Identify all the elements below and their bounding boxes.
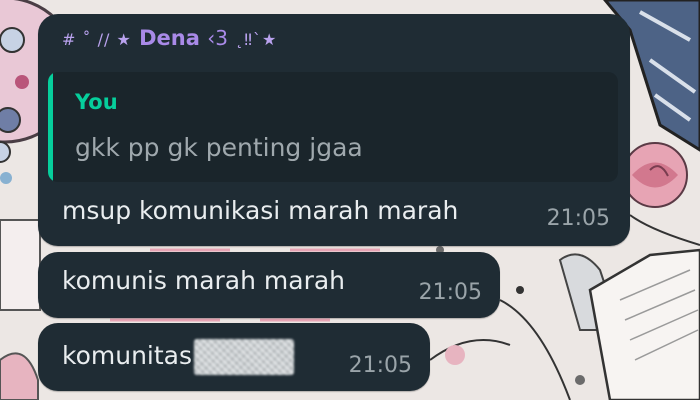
message-bubble[interactable]: komunitas 21:05 [38,323,430,391]
quote-accent-bar [48,72,53,182]
message-timestamp: 21:05 [546,206,610,231]
message-text: komunitas [62,341,193,370]
message-bubble-quoted[interactable]: # ˚ // ★ Dena ‹3 ˛‼`★ You gkk pp gk pent… [38,14,630,246]
message-text-row: komunitas [62,339,295,375]
sender-name-text: Dena [139,26,200,50]
sparkle-star-icon: ˛‼`★ [235,30,278,49]
message-timestamp: 21:05 [418,280,482,305]
sender-name-suffix: ‹3 [207,26,228,50]
quote-author: You [75,90,118,114]
quote-text: gkk pp gk penting jgaa [75,133,363,162]
sender-name[interactable]: # ˚ // ★ Dena ‹3 ˛‼`★ [62,26,277,50]
sparkle-star-icon: # ˚ // ★ [62,30,132,49]
message-text: msup komunikasi marah marah [62,196,459,225]
message-timestamp: 21:05 [348,353,412,378]
message-bubble[interactable]: komunis marah marah 21:05 [38,252,500,318]
censored-blur [194,339,295,375]
message-text: komunis marah marah [62,266,346,295]
quoted-reply[interactable]: You gkk pp gk penting jgaa [48,72,618,182]
